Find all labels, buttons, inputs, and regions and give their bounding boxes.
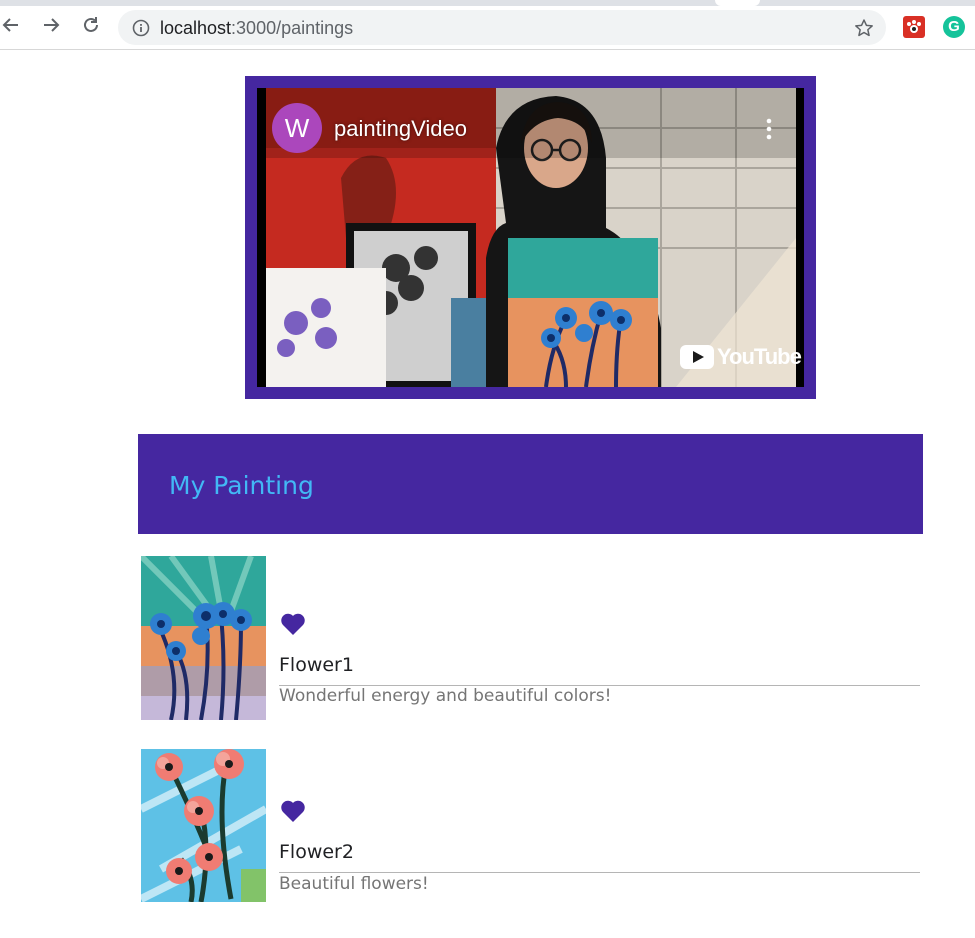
paw-extension-icon[interactable] <box>903 16 925 38</box>
star-icon[interactable] <box>854 18 874 38</box>
paw-glyph-icon <box>907 20 921 33</box>
list-item: Flower2 Beautiful flowers! <box>141 749 920 902</box>
reload-button[interactable] <box>80 14 102 36</box>
url-host: localhost <box>160 18 232 38</box>
painting-description: Wonderful energy and beautiful colors! <box>279 686 612 706</box>
youtube-play-icon <box>680 345 714 369</box>
grammarly-extension-icon[interactable]: G <box>943 16 965 38</box>
info-icon[interactable] <box>132 19 150 37</box>
address-bar[interactable]: localhost:3000/paintings <box>118 10 886 45</box>
forward-button[interactable] <box>40 14 62 36</box>
favorite-heart-icon[interactable] <box>280 799 306 823</box>
youtube-wordmark: YouTube <box>717 344 802 369</box>
tab-gap <box>715 0 760 6</box>
back-button[interactable] <box>0 14 22 36</box>
youtube-logo[interactable]: YouTube <box>680 344 802 370</box>
back-arrow-icon <box>2 18 18 32</box>
tab-strip <box>0 0 975 6</box>
painting-title: Flower2 <box>279 841 354 863</box>
url-path: :3000/paintings <box>231 18 354 38</box>
more-options-icon[interactable] <box>766 118 772 140</box>
painting-description: Beautiful flowers! <box>279 874 429 894</box>
grammarly-letter: G <box>948 18 960 35</box>
tab-background <box>0 0 715 6</box>
painting-thumbnail[interactable] <box>141 556 266 720</box>
list-item: Flower1 Wonderful energy and beautiful c… <box>141 556 920 720</box>
reload-icon <box>84 17 98 32</box>
video-player[interactable]: W paintingVideo YouTube <box>257 88 804 387</box>
app-header: My Painting <box>138 434 923 534</box>
painting-title: Flower1 <box>279 654 354 676</box>
divider <box>279 872 920 873</box>
channel-avatar[interactable]: W <box>272 103 322 153</box>
browser-toolbar: localhost:3000/paintings G <box>0 0 975 50</box>
video-frame: W paintingVideo YouTube <box>245 76 816 399</box>
page-title: My Painting <box>169 471 314 500</box>
video-title[interactable]: paintingVideo <box>334 116 467 142</box>
url-text[interactable]: localhost:3000/paintings <box>160 18 353 38</box>
painting-thumbnail[interactable] <box>141 749 266 902</box>
favorite-heart-icon[interactable] <box>280 612 306 636</box>
forward-arrow-icon <box>44 18 60 32</box>
